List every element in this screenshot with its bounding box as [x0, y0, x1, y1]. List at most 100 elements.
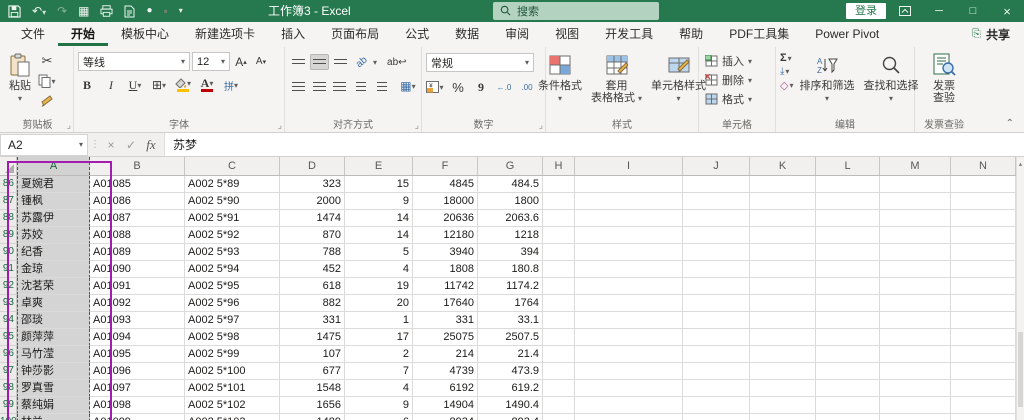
- cell-name[interactable]: 苏姣: [17, 227, 90, 244]
- tab-新建选项卡[interactable]: 新建选项卡: [182, 22, 268, 46]
- cell-spec[interactable]: A002 5*92: [185, 227, 280, 244]
- conditional-formatting-button[interactable]: 条件格式 ▾: [535, 50, 585, 107]
- column-header-D[interactable]: D: [280, 157, 345, 175]
- cell-spec[interactable]: A002 5*93: [185, 244, 280, 261]
- cell-empty[interactable]: [750, 261, 816, 278]
- print-preview-icon[interactable]: [124, 5, 135, 18]
- cell-empty[interactable]: [683, 329, 750, 346]
- cell-count[interactable]: 9: [345, 193, 413, 210]
- row-header[interactable]: 97: [0, 363, 17, 380]
- share-button[interactable]: ⎘ 共享: [972, 22, 1010, 46]
- ribbon-display-options-icon[interactable]: [888, 0, 922, 22]
- comma-style-icon[interactable]: 9: [472, 78, 490, 96]
- cell-empty[interactable]: [951, 380, 1016, 397]
- cell-empty[interactable]: [750, 278, 816, 295]
- cell-qty[interactable]: 1548: [280, 380, 345, 397]
- cell-name[interactable]: 颜萍萍: [17, 329, 90, 346]
- cell-total[interactable]: 17640: [413, 295, 478, 312]
- cell-code[interactable]: A01092: [90, 295, 185, 312]
- row-header[interactable]: 92: [0, 278, 17, 295]
- increase-font-icon[interactable]: A ▴: [232, 53, 250, 71]
- cell-empty[interactable]: [750, 363, 816, 380]
- cell-empty[interactable]: [816, 210, 880, 227]
- format-as-table-button[interactable]: 套用 表格格式 ▾: [588, 50, 645, 107]
- number-dialog-launcher-icon[interactable]: ⌟: [539, 120, 543, 131]
- cell-code[interactable]: A01085: [90, 176, 185, 193]
- cell-code[interactable]: A01097: [90, 380, 185, 397]
- cell-empty[interactable]: [575, 380, 683, 397]
- cell-spec[interactable]: A002 5*100: [185, 363, 280, 380]
- tab-审阅[interactable]: 审阅: [492, 22, 542, 46]
- cell-count[interactable]: 15: [345, 176, 413, 193]
- insert-function-icon[interactable]: fx: [142, 137, 160, 153]
- close-icon[interactable]: ×: [990, 0, 1024, 22]
- cell-empty[interactable]: [543, 329, 575, 346]
- cell-name[interactable]: 钟莎影: [17, 363, 90, 380]
- maximize-icon[interactable]: □: [956, 0, 990, 22]
- cell-empty[interactable]: [750, 210, 816, 227]
- cell-ratio[interactable]: 2507.5: [478, 329, 543, 346]
- paste-button[interactable]: 粘贴 ▾: [6, 50, 34, 107]
- cell-code[interactable]: A01096: [90, 363, 185, 380]
- row-header[interactable]: 96: [0, 346, 17, 363]
- cell-empty[interactable]: [750, 295, 816, 312]
- tab-数据[interactable]: 数据: [442, 22, 492, 46]
- cell-empty[interactable]: [880, 312, 951, 329]
- delete-cells-button[interactable]: 删除 ▾: [705, 72, 771, 88]
- cell-empty[interactable]: [816, 176, 880, 193]
- column-header-G[interactable]: G: [478, 157, 543, 175]
- cell-empty[interactable]: [575, 295, 683, 312]
- cell-empty[interactable]: [683, 346, 750, 363]
- cell-empty[interactable]: [543, 295, 575, 312]
- cell-empty[interactable]: [816, 193, 880, 210]
- cell-qty[interactable]: 452: [280, 261, 345, 278]
- cell-empty[interactable]: [816, 278, 880, 295]
- number-format-select[interactable]: 常规 ▾: [426, 53, 534, 72]
- insert-cells-button[interactable]: 插入 ▾: [705, 53, 771, 69]
- cell-qty[interactable]: 107: [280, 346, 345, 363]
- cell-empty[interactable]: [575, 397, 683, 414]
- row-header[interactable]: 90: [0, 244, 17, 261]
- cell-spec[interactable]: A002 5*91: [185, 210, 280, 227]
- cell-ratio[interactable]: 1218: [478, 227, 543, 244]
- tab-页面布局[interactable]: 页面布局: [318, 22, 392, 46]
- cell-empty[interactable]: [683, 295, 750, 312]
- underline-button[interactable]: U ▾: [126, 76, 144, 94]
- cell-empty[interactable]: [816, 312, 880, 329]
- cell-qty[interactable]: 870: [280, 227, 345, 244]
- cell-empty[interactable]: [683, 278, 750, 295]
- cell-empty[interactable]: [683, 227, 750, 244]
- cell-empty[interactable]: [683, 312, 750, 329]
- cell-empty[interactable]: [683, 363, 750, 380]
- cell-code[interactable]: A01095: [90, 346, 185, 363]
- cell-empty[interactable]: [750, 414, 816, 420]
- cell-empty[interactable]: [816, 227, 880, 244]
- row-header[interactable]: 100: [0, 414, 17, 420]
- cell-empty[interactable]: [543, 312, 575, 329]
- cell-empty[interactable]: [575, 176, 683, 193]
- cell-empty[interactable]: [880, 278, 951, 295]
- cell-total[interactable]: 6192: [413, 380, 478, 397]
- row-header[interactable]: 98: [0, 380, 17, 397]
- cut-icon[interactable]: ✂: [37, 52, 57, 70]
- cell-count[interactable]: 14: [345, 210, 413, 227]
- cell-ratio[interactable]: 33.1: [478, 312, 543, 329]
- align-bottom-icon[interactable]: [331, 54, 350, 70]
- cell-empty[interactable]: [543, 193, 575, 210]
- increase-decimal-icon[interactable]: ←.0: [495, 78, 513, 96]
- cell-empty[interactable]: [880, 363, 951, 380]
- cell-empty[interactable]: [575, 278, 683, 295]
- cell-name[interactable]: 蔡纯娟: [17, 397, 90, 414]
- cell-spec[interactable]: A002 5*89: [185, 176, 280, 193]
- cell-ratio[interactable]: 2063.6: [478, 210, 543, 227]
- decrease-indent-icon[interactable]: [351, 78, 370, 94]
- cell-total[interactable]: 18000: [413, 193, 478, 210]
- row-header[interactable]: 94: [0, 312, 17, 329]
- cell-empty[interactable]: [543, 227, 575, 244]
- select-all-corner[interactable]: [0, 157, 17, 175]
- cell-qty[interactable]: 788: [280, 244, 345, 261]
- cell-empty[interactable]: [683, 414, 750, 420]
- cell-code[interactable]: A01091: [90, 278, 185, 295]
- cell-qty[interactable]: 1489: [280, 414, 345, 420]
- cell-spec[interactable]: A002 5*98: [185, 329, 280, 346]
